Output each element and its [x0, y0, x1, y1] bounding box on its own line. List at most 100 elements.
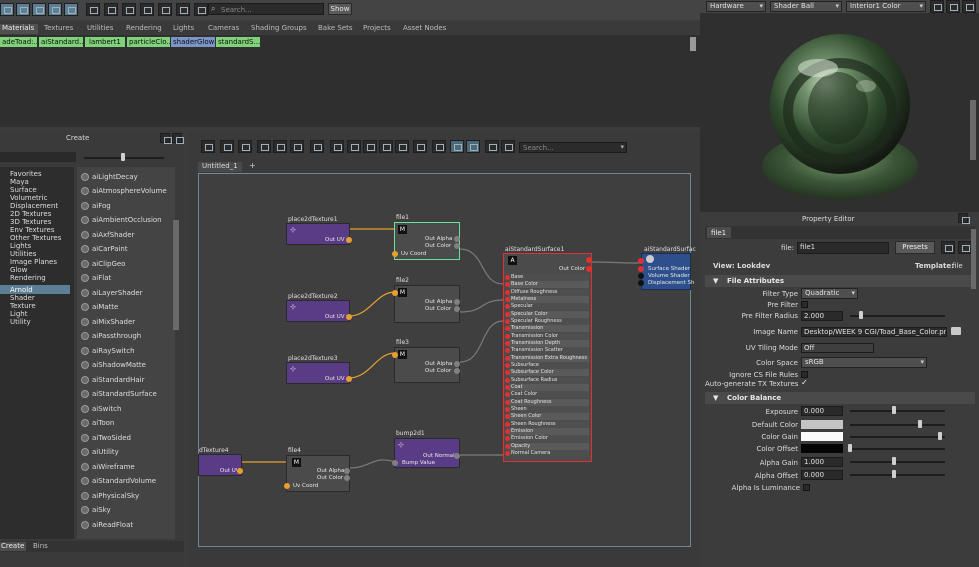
presets-button[interactable]: Presets	[895, 241, 935, 254]
bump-value-port[interactable]	[392, 460, 398, 466]
out-uv-port[interactable]	[346, 237, 352, 243]
ai-attr-row[interactable]: Base	[505, 274, 589, 281]
file-texture-node[interactable]: M Out Alpha Out Color	[392, 285, 460, 323]
uv-coord-port[interactable]	[392, 352, 398, 358]
ai-attr-row[interactable]: Sheen	[505, 406, 589, 413]
ai-attr-row[interactable]: Subsurface Radius	[505, 377, 589, 384]
file-texture-node[interactable]: M Out Alpha Out Color Uv Coord	[392, 222, 460, 260]
out-uv-port[interactable]	[346, 376, 352, 382]
out-color-port[interactable]	[344, 475, 350, 481]
color-balance-section[interactable]: ▼ Color Balance	[705, 392, 975, 404]
pre-filter-radius-slider-knob[interactable]	[859, 311, 863, 319]
ai-attr-row[interactable]: Specular Color	[505, 311, 589, 318]
file-texture-node[interactable]: M Out Alpha Out Color Uv Coord	[284, 455, 350, 492]
alpha-offset-slider-knob[interactable]	[892, 470, 896, 478]
ai-attr-row[interactable]: Emission Color	[505, 435, 589, 442]
property-tab-file1[interactable]: file1	[707, 227, 731, 238]
default-color-slider[interactable]	[850, 424, 945, 426]
out-color-port[interactable]	[454, 243, 460, 249]
ai-attr-row[interactable]: Specular	[505, 303, 589, 310]
ai-attr-row[interactable]: Coat Color	[505, 391, 589, 398]
uv-coord-port[interactable]	[392, 251, 398, 257]
ai-attr-row[interactable]: Sheen Roughness	[505, 421, 589, 428]
alpha-gain-slider[interactable]	[850, 461, 945, 463]
chevron-down-icon: ▼	[713, 277, 719, 285]
out-port[interactable]	[586, 257, 592, 263]
ai-attr-row[interactable]: Specular Roughness	[505, 318, 589, 325]
place2d-texture-node[interactable]: ⊹ Out UV	[286, 300, 352, 322]
out-alpha-port[interactable]	[454, 361, 460, 367]
color-gain-swatch[interactable]	[801, 432, 843, 441]
property-editor-scrollbar[interactable]	[971, 229, 976, 289]
ai-attr-row[interactable]: Metalness	[505, 296, 589, 303]
pre-filter-checkbox[interactable]	[801, 301, 808, 308]
alpha-is-luminance-checkbox[interactable]	[803, 484, 810, 491]
exposure-input[interactable]: 0.000	[801, 406, 843, 416]
color-offset-slider-knob[interactable]	[848, 444, 852, 452]
alpha-gain-slider-knob[interactable]	[892, 457, 896, 465]
uv-coord-port[interactable]	[392, 290, 398, 296]
volume-shader-port[interactable]	[638, 273, 644, 279]
node-title: dTexture4	[199, 447, 229, 454]
uv-coord-port[interactable]	[284, 483, 290, 489]
sg-input-port[interactable]	[638, 258, 644, 264]
uv-tiling-mode-field[interactable]: Off	[801, 343, 874, 353]
color-space-dropdown[interactable]: sRGB	[801, 357, 927, 368]
place2d-texture-node[interactable]: Out UV	[198, 454, 243, 476]
out-uv-port[interactable]	[346, 314, 352, 320]
displacement-shader-port[interactable]	[638, 280, 644, 286]
file-name-input[interactable]: file1	[797, 242, 889, 254]
ai-attr-row[interactable]: Emission	[505, 428, 589, 435]
show-output-icon[interactable]	[958, 241, 972, 254]
ai-attr-row[interactable]: Base Color	[505, 281, 589, 288]
alpha-gain-input[interactable]: 1.000	[801, 457, 843, 467]
out-alpha-port[interactable]	[454, 236, 460, 242]
out-alpha-port[interactable]	[344, 468, 350, 474]
color-offset-swatch[interactable]	[801, 444, 843, 453]
template-value: file	[952, 262, 963, 270]
color-gain-slider[interactable]	[850, 436, 945, 438]
pre-filter-radius-slider[interactable]	[850, 315, 945, 317]
alpha-offset-input[interactable]: 0.000	[801, 470, 843, 480]
ai-attr-row[interactable]: Diffuse Roughness	[505, 289, 589, 296]
ai-attr-row[interactable]: Sheen Color	[505, 413, 589, 420]
exposure-slider[interactable]	[850, 410, 945, 412]
ai-attr-row[interactable]: Coat	[505, 384, 589, 391]
ai-attr-row[interactable]: Coat Roughness	[505, 399, 589, 406]
pre-filter-radius-input[interactable]: 2.000	[801, 311, 843, 321]
ai-attr-row[interactable]: Transmission Depth	[505, 340, 589, 347]
ai-attr-row[interactable]: Subsurface Color	[505, 369, 589, 376]
ai-attr-row[interactable]: Normal Camera	[505, 450, 589, 457]
out-color-port[interactable]	[454, 306, 460, 312]
out-color-port[interactable]	[586, 266, 592, 272]
color-gain-slider-knob[interactable]	[938, 432, 942, 440]
ignore-cs-rules-checkbox[interactable]	[801, 371, 808, 378]
place2d-texture-node[interactable]: ⊹ Out UV	[286, 223, 352, 245]
bump-2d-node[interactable]: ⊹ Out Normal Bump Value	[392, 438, 460, 468]
property-editor-option-button[interactable]	[958, 213, 970, 224]
file-attributes-section[interactable]: ▼ File Attributes	[705, 275, 975, 287]
folder-icon[interactable]	[951, 327, 961, 335]
file-texture-node[interactable]: M Out Alpha Out Color	[392, 347, 460, 383]
out-uv-port[interactable]	[237, 468, 243, 474]
default-color-slider-knob[interactable]	[918, 420, 922, 428]
color-offset-slider[interactable]	[850, 448, 945, 450]
ai-attr-row[interactable]: Subsurface	[505, 362, 589, 369]
out-normal-port[interactable]	[454, 453, 460, 459]
ai-attr-row[interactable]: Transmission Color	[505, 333, 589, 340]
image-name-input[interactable]: Desktop/WEEK 9 CGI/Toad_Base_Color.png	[801, 327, 947, 337]
default-color-swatch[interactable]	[801, 420, 843, 429]
alpha-offset-slider[interactable]	[850, 474, 945, 476]
out-alpha-port[interactable]	[454, 299, 460, 305]
auto-tx-checkbox[interactable]: ✓	[801, 378, 808, 387]
ai-attr-row[interactable]: Transmission Scatter	[505, 347, 589, 354]
exposure-slider-knob[interactable]	[892, 406, 896, 414]
show-input-icon[interactable]	[941, 241, 955, 254]
out-color-port[interactable]	[454, 368, 460, 374]
ai-attr-row[interactable]: Transmission Extra Roughness	[505, 355, 589, 362]
place2d-texture-node[interactable]: ⊹ Out UV	[286, 362, 352, 384]
ai-attr-row[interactable]: Opacity	[505, 443, 589, 450]
filter-type-dropdown[interactable]: Quadratic	[801, 288, 858, 299]
surface-shader-port[interactable]	[638, 266, 644, 272]
ai-attr-row[interactable]: Transmission	[505, 325, 589, 332]
